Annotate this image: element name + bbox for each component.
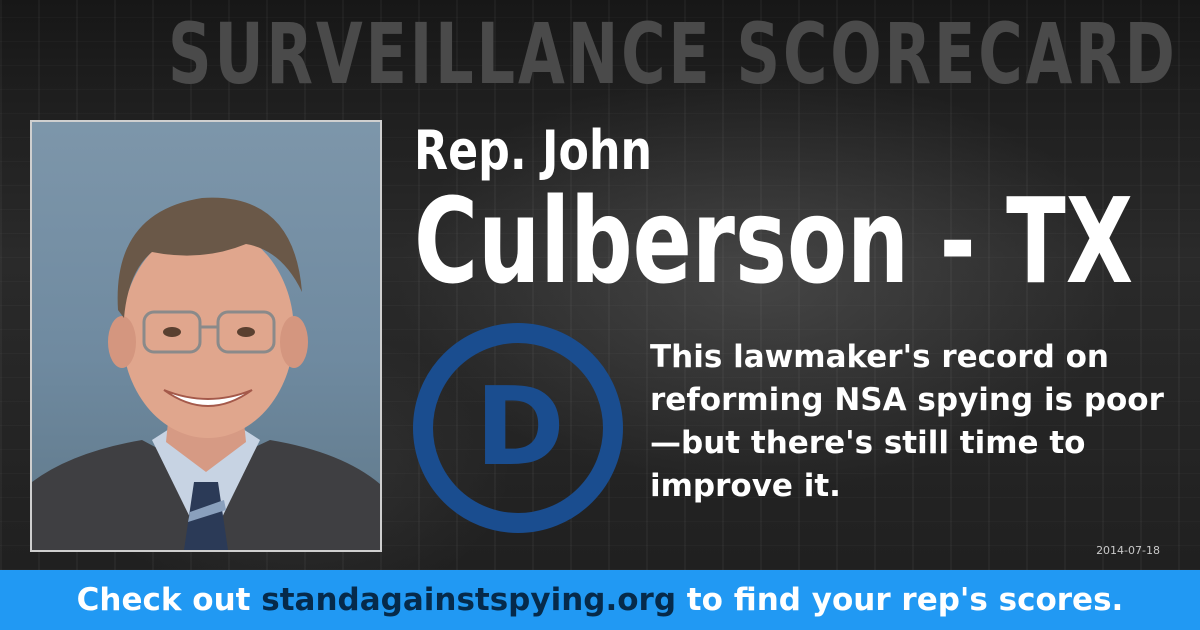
party-letter: D [475, 365, 565, 490]
democratic-party-icon: D [413, 323, 623, 533]
portrait-illustration [32, 197, 380, 550]
date-stamp: 2014-07-18 [1096, 544, 1160, 557]
footer-prefix: Check out [76, 582, 262, 618]
representative-photo [30, 120, 382, 552]
rep-name-line: Culberson - TX [414, 172, 1134, 310]
footer-url-link[interactable]: standagainstspying.org [261, 582, 676, 618]
footer-suffix: to find your rep's scores. [676, 582, 1124, 618]
footer-callout: Check out standagainstspying.org to find… [0, 570, 1200, 630]
scorecard-message: This lawmaker's record on reforming NSA … [650, 339, 1164, 504]
page-banner: SURVEILLANCE SCORECARD [167, 5, 1178, 103]
